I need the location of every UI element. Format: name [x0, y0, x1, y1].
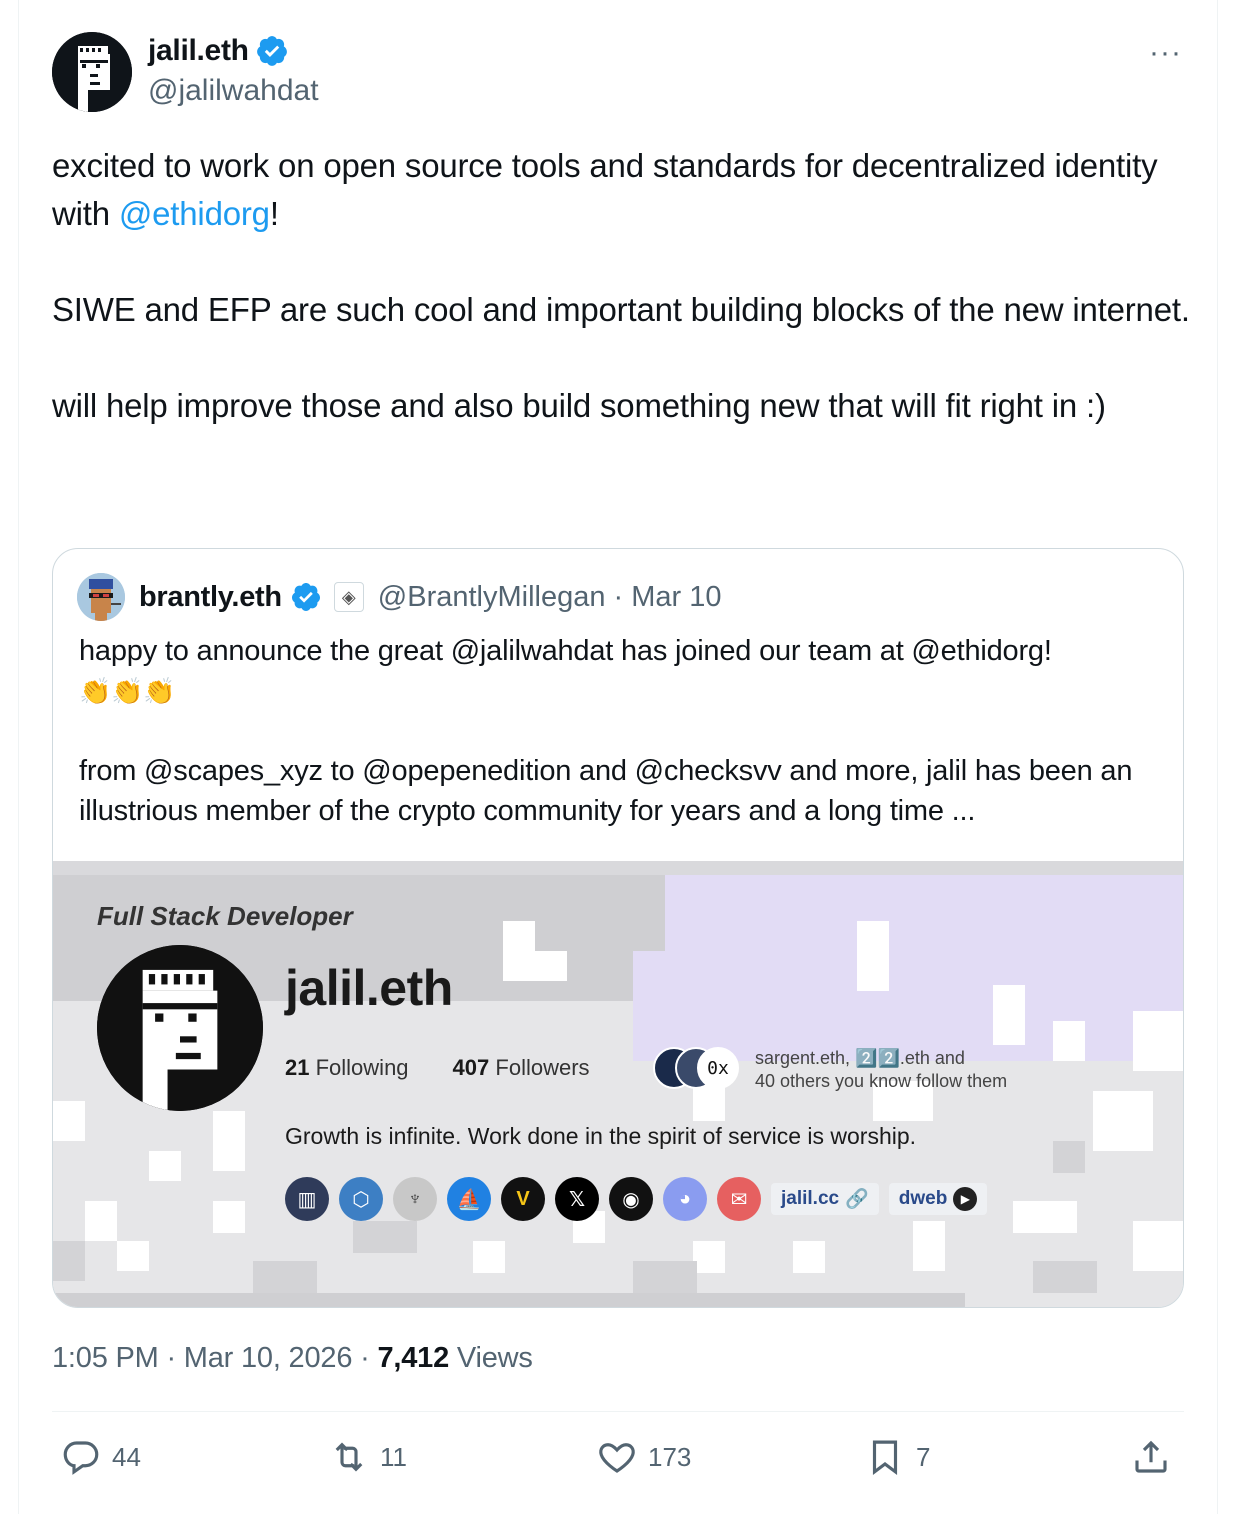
quoted-tweet[interactable]: brantly.eth ◈ @BrantlyMillegan · Mar 10 …	[52, 548, 1184, 1308]
mention-link[interactable]: @ethidorg	[119, 195, 270, 232]
hexagon-icon: ⬡	[339, 1177, 383, 1221]
following-count: 21	[285, 1055, 310, 1080]
profile-bio: Growth is infinite. Work done in the spi…	[285, 1123, 917, 1149]
link-icon: 🔗	[845, 1189, 869, 1210]
dweb-link: dweb ▶	[888, 1183, 988, 1215]
repost-button[interactable]: 11	[328, 1436, 407, 1478]
mutual-avatar-3: 0x	[697, 1047, 739, 1089]
divider	[52, 1411, 1184, 1412]
quote-text: happy to announce the great @jalilwahdat…	[79, 631, 1169, 831]
punk-avatar-icon	[77, 573, 125, 621]
repost-icon	[335, 1442, 363, 1472]
bookmark-button[interactable]: 7	[864, 1436, 930, 1478]
repost-count: 11	[380, 1441, 407, 1472]
quote-line2: from @scapes_xyz to @opepenedition and @…	[79, 755, 1133, 827]
mutual-followers-text: sargent.eth, 2️⃣2️⃣.eth and 40 others yo…	[755, 1047, 1007, 1093]
social-links: ▥ ⬡ ♆ ⛵ V 𝕏 ◉ ◕ ✉ jalil.cc 🔗 dweb ▶	[285, 1177, 988, 1221]
profile-name: jalil.eth	[285, 960, 453, 1016]
quote-handle-date: @BrantlyMillegan · Mar 10	[377, 580, 722, 613]
mutual-line1: sargent.eth, 2️⃣2️⃣.eth and	[755, 1048, 965, 1068]
quote-media-image[interactable]: Full Stack Developer jalil.eth 21 Follow…	[53, 861, 1183, 1307]
tweet-text-p3: will help improve those and also build s…	[52, 387, 1106, 424]
reply-count: 44	[112, 1441, 141, 1472]
bookmark-count: 7	[916, 1441, 931, 1472]
analytics-icon: ▥	[285, 1177, 329, 1221]
quote-line1: happy to announce the great @jalilwahdat…	[79, 635, 1052, 667]
email-icon: ✉	[717, 1177, 761, 1221]
reply-icon	[63, 1441, 99, 1475]
link2-label: dweb	[898, 1188, 948, 1209]
opensea-icon: ⛵	[447, 1177, 491, 1221]
reply-button[interactable]: 44	[60, 1436, 141, 1478]
followers-label: Followers	[495, 1055, 590, 1080]
following-label: Following	[315, 1055, 409, 1080]
share-button[interactable]	[1130, 1436, 1172, 1478]
views-label: Views	[449, 1342, 533, 1374]
like-count: 173	[648, 1441, 692, 1472]
author-avatar[interactable]	[52, 32, 132, 112]
github-icon: ◉	[609, 1177, 653, 1221]
followers-count: 407	[452, 1055, 490, 1080]
dweb-icon: ▶	[953, 1187, 978, 1211]
jalil-cc-link: jalil.cc 🔗	[771, 1183, 879, 1215]
profile-role: Full Stack Developer	[97, 901, 353, 931]
ethereum-icon: ◈	[333, 582, 364, 612]
author-name[interactable]: jalil.eth	[148, 34, 249, 68]
punk-avatar-icon	[97, 945, 263, 1111]
share-icon	[1135, 1440, 1167, 1473]
x-icon: 𝕏	[555, 1177, 599, 1221]
tweet-text-p2: SIWE and EFP are such cool and important…	[52, 291, 1190, 328]
quote-author-avatar[interactable]	[77, 573, 125, 621]
quote-author-name[interactable]: brantly.eth	[139, 581, 282, 614]
verified-badge-icon[interactable]	[255, 34, 289, 68]
bookmark-icon	[872, 1440, 898, 1476]
verified-badge-icon	[291, 583, 320, 611]
profile-avatar	[97, 945, 263, 1111]
like-button[interactable]: 173	[596, 1436, 691, 1478]
link1-label: jalil.cc	[781, 1188, 840, 1209]
action-bar: 44 11 173 7	[52, 1436, 1184, 1486]
mutual-avatars: 0x	[653, 1047, 743, 1091]
v-icon: V	[501, 1177, 545, 1221]
tweet-meta: 1:05 PM · Mar 10, 2026 · 7,412 Views	[52, 1342, 533, 1375]
author-handle[interactable]: @jalilwahdat	[148, 74, 319, 108]
trophy-icon: ♆	[393, 1177, 437, 1221]
clap-emoji: 👏👏👏	[79, 676, 176, 706]
mutual-line2: 40 others you know follow them	[755, 1071, 1008, 1091]
timestamp[interactable]: 1:05 PM · Mar 10, 2026 ·	[52, 1342, 377, 1374]
discord-icon: ◕	[663, 1177, 707, 1221]
profile-stats: 21 Following 407 Followers	[285, 1055, 590, 1081]
more-options-icon[interactable]: ···	[1149, 36, 1182, 70]
tweet-text: excited to work on open source tools and…	[52, 142, 1192, 430]
punk-avatar-icon	[52, 32, 132, 112]
heart-icon	[599, 1443, 635, 1473]
tweet-text-p1b: !	[269, 195, 279, 232]
views-count: 7,412	[377, 1342, 450, 1374]
